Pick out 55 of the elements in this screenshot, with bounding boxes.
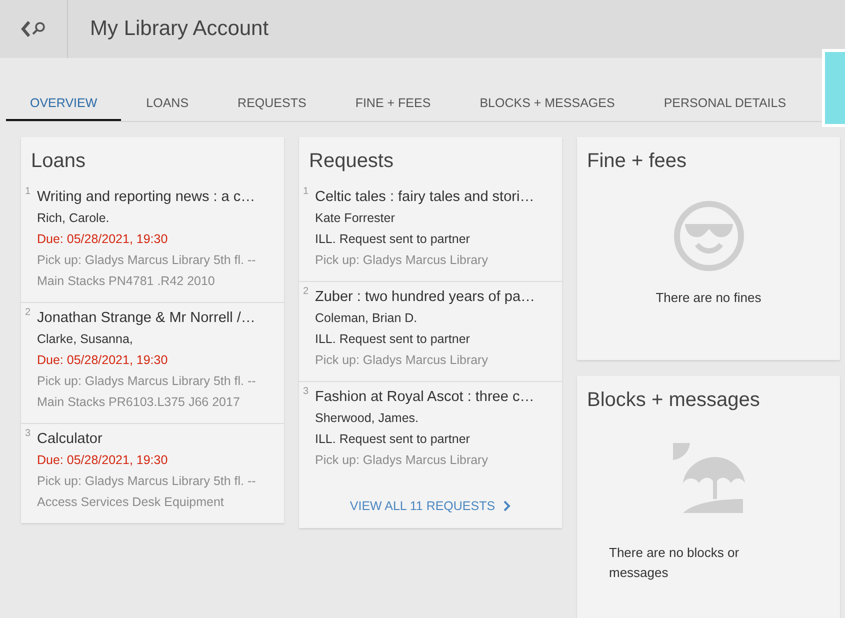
due-date: Due: 05/28/2021, 19:30 xyxy=(37,452,169,469)
empty-message: There are no fines xyxy=(654,289,762,307)
sunglasses-smiley-icon xyxy=(672,200,744,272)
pickup-location: Pick up: Gladys Marcus Library 5th fl. -- xyxy=(37,252,257,269)
pickup-location: Pick up: Gladys Marcus Library xyxy=(315,252,489,269)
tab[interactable]: LOANS xyxy=(122,87,213,121)
pickup-location: Pick up: Gladys Marcus Library 5th fl. -- xyxy=(37,473,257,490)
item-title: Jonathan Strange & Mr Norrell /… xyxy=(37,309,256,328)
item-number: 3 xyxy=(303,385,309,399)
list-item[interactable]: 1 Writing and reporting news : a c… Rich, Carole. Due: 05/28/2021, 19:30 Pick up: Gladys Marcus Library 5th fl. -- Main Stacks PN4781 .R42 2010 xyxy=(21,182,284,303)
list-item[interactable]: 3 Calculator Due: 05/28/2021, 19:30 Pick up: Gladys Marcus Library 5th fl. -- Access Services Desk Equipment xyxy=(21,424,284,523)
shelf-location: Main Stacks PR6103.L375 J66 2017 xyxy=(37,394,241,411)
author-text: Sherwood, James. xyxy=(315,410,420,427)
tab[interactable]: REQUESTS xyxy=(214,87,330,121)
item-number: 2 xyxy=(303,285,309,299)
status-text: ILL. Request sent to partner xyxy=(315,231,471,248)
view-all-link[interactable]: VIEW ALL 11 REQUESTS xyxy=(350,489,512,524)
pickup-location: Pick up: Gladys Marcus Library xyxy=(315,352,489,369)
item-title: Zuber : two hundred years of pa… xyxy=(315,288,536,307)
author-text: Clarke, Susanna, xyxy=(37,331,134,348)
item-title: Fashion at Royal Ascot : three c… xyxy=(315,388,536,407)
due-date: Due: 05/28/2021, 19:30 xyxy=(37,352,169,369)
item-title: Calculator xyxy=(37,430,104,449)
list-item[interactable]: 2 Jonathan Strange & Mr Norrell /… Clarke, Susanna, Due: 05/28/2021, 19:30 Pick up: Gladys Marcus Library 5th fl. -- Main Stacks PR6103.L375 J66 2017 xyxy=(21,303,284,424)
item-number: 3 xyxy=(25,427,31,441)
tab[interactable]: PERSONAL DETAILS xyxy=(640,87,810,121)
item-title: Writing and reporting news : a c… xyxy=(37,188,256,207)
tab[interactable]: BLOCKS + MESSAGES xyxy=(456,87,639,121)
author-text: Coleman, Brian D. xyxy=(315,310,418,327)
list-item[interactable]: 3 Fashion at Royal Ascot : three c… Sherwood, James. ILL. Request sent to partner Pick up: Gladys Marcus Library xyxy=(299,382,562,481)
tab[interactable]: FINE + FEES xyxy=(331,87,455,121)
list-item[interactable]: 2 Zuber : two hundred years of pa… Coleman, Brian D. ILL. Request sent to partner Pick up: Gladys Marcus Library xyxy=(299,282,562,382)
tab[interactable]: OVERVIEW xyxy=(6,87,122,121)
item-title: Celtic tales : fairy tales and stori… xyxy=(315,188,536,207)
item-number: 2 xyxy=(25,306,31,320)
pickup-location: Pick up: Gladys Marcus Library 5th fl. -- xyxy=(37,373,257,390)
card-title: Fine + fees xyxy=(586,149,688,174)
shelf-location: Main Stacks PN4781 .R42 2010 xyxy=(37,273,216,290)
author-text: Rich, Carole. xyxy=(37,210,110,227)
status-text: ILL. Request sent to partner xyxy=(315,431,471,448)
shelf-location: Access Services Desk Equipment xyxy=(37,494,225,511)
author-text: Kate Forrester xyxy=(315,210,396,227)
card-title: Blocks + messages xyxy=(586,388,761,413)
page-title: My Library Account xyxy=(89,16,269,42)
list-item[interactable]: 1 Celtic tales : fairy tales and stori… Kate Forrester ILL. Request sent to partner Pick up: Gladys Marcus Library xyxy=(299,182,562,282)
pickup-location: Pick up: Gladys Marcus Library xyxy=(315,452,489,469)
item-number: 1 xyxy=(303,185,309,199)
chevron-right-icon xyxy=(503,500,512,512)
beach-umbrella-icon xyxy=(672,443,744,515)
card-title: Requests xyxy=(308,149,394,174)
item-number: 1 xyxy=(25,185,31,199)
card-title: Loans xyxy=(30,149,86,174)
status-text: ILL. Request sent to partner xyxy=(315,331,471,348)
due-date: Due: 05/28/2021, 19:30 xyxy=(37,231,169,248)
empty-message: There are no blocks or messages xyxy=(608,544,740,582)
